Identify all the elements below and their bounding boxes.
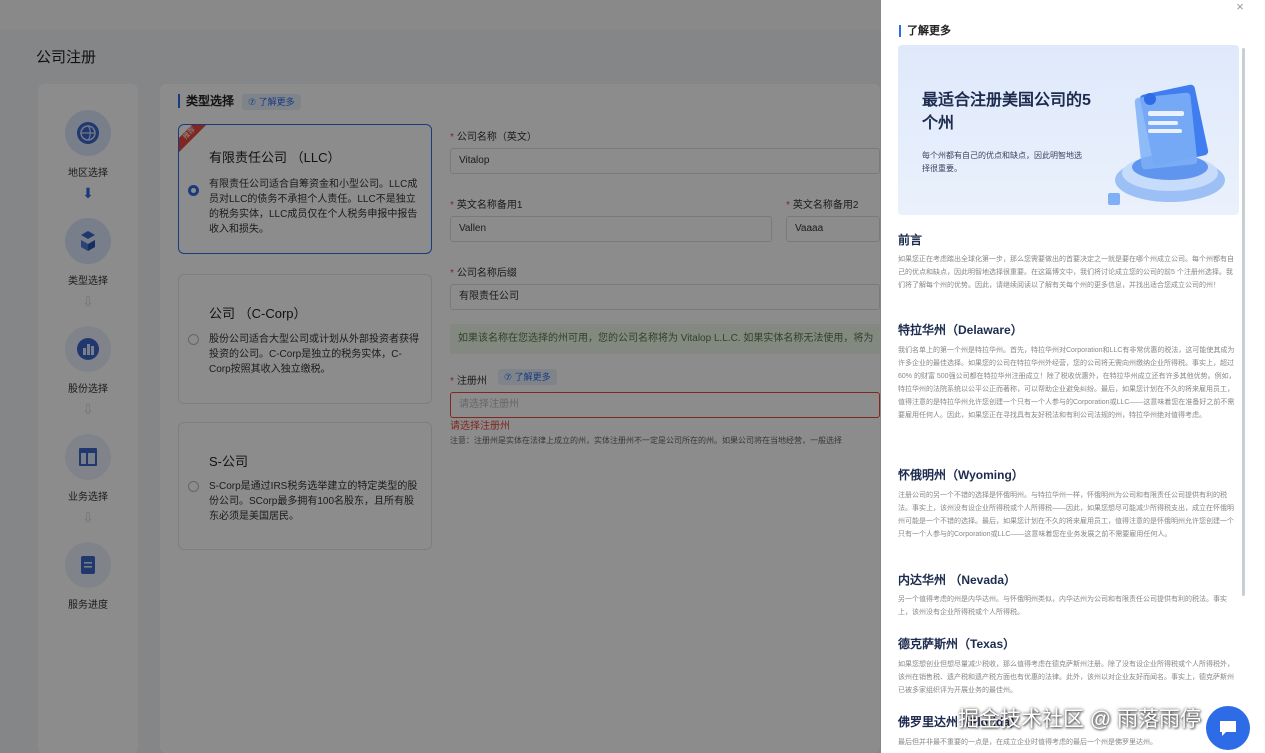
article-paragraph: 如果您正在考虑踏出全球化第一步，那么您需要做出的首要决定之一就是要在哪个州成立公… xyxy=(898,256,1234,289)
article-heading: 德克萨斯州（Texas） xyxy=(898,637,1016,651)
learn-more-drawer: × 了解更多 最适合注册美国公司的5个州 每个州都有自己的优点和缺点，因此明智地… xyxy=(881,0,1265,753)
banner-title: 最适合注册美国公司的5个州 xyxy=(922,92,1091,132)
banner-subtitle: 每个州都有自己的优点和缺点，因此明智地选择很重要。 xyxy=(922,151,1082,173)
close-icon[interactable]: × xyxy=(1232,0,1248,16)
article-paragraph: 注册公司的另一个不错的选择是怀俄明州。与特拉华州一样，怀俄明州为公司和有限责任公… xyxy=(898,492,1234,538)
article-heading: 特拉华州（Delaware） xyxy=(898,323,1023,337)
chat-button[interactable] xyxy=(1206,706,1250,750)
documents-illustration-icon xyxy=(1108,84,1225,205)
banner: 最适合注册美国公司的5个州 每个州都有自己的优点和缺点，因此明智地选择很重要。 xyxy=(898,45,1239,215)
article-paragraph: 如果您想创业但想尽量减少税收，那么值得考虑在德克萨斯州注册。除了没有设企业所得税… xyxy=(898,661,1234,694)
drawer-scrollbar[interactable] xyxy=(1242,48,1245,596)
article-heading: 前言 xyxy=(898,233,923,247)
article-paragraph: 我们名单上的第一个州是特拉华州。首先，特拉华州对Corporation和LLC有… xyxy=(898,347,1236,419)
article-paragraph: 最后但并非最不重要的一点是，在成立企业时值得考虑的最后一个州是佛罗里达州。 xyxy=(898,739,1157,746)
article-heading: 怀俄明州（Wyoming） xyxy=(898,468,1024,482)
modal-overlay[interactable] xyxy=(0,0,881,753)
watermark: 掘金技术社区 @ 雨落雨停 xyxy=(958,708,1201,731)
chat-icon xyxy=(1220,721,1236,736)
drawer-title: 了解更多 xyxy=(899,25,951,37)
article-paragraph: 另一个值得考虑的州是内华达州。与怀俄明州类似，内华达州为公司和有限责任公司提供有… xyxy=(898,596,1227,616)
article-heading: 内达华州 （Nevada） xyxy=(898,573,1017,587)
